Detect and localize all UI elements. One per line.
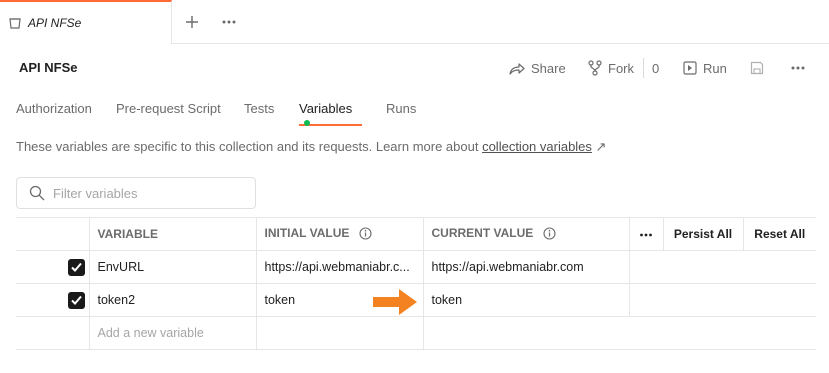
tab-options-button[interactable]	[218, 12, 240, 32]
more-icon	[791, 66, 805, 70]
description-text: These variables are specific to this col…	[16, 139, 483, 154]
current-value-header-label: CURRENT VALUE	[431, 225, 534, 240]
row-checkbox[interactable]	[67, 258, 85, 276]
info-icon[interactable]	[359, 226, 372, 243]
collection-variables-link[interactable]: collection variables	[482, 139, 592, 154]
row-actions-cell	[628, 250, 816, 284]
more-icon	[640, 233, 652, 237]
collection-subtabs: Authorization Pre-request Script Tests V…	[0, 92, 829, 126]
new-variable-row: Add a new variable	[16, 316, 816, 350]
more-options-button[interactable]	[790, 58, 812, 78]
row-checkbox[interactable]	[67, 291, 85, 309]
share-label: Share	[531, 60, 566, 76]
collection-title[interactable]: API NFSe	[19, 60, 78, 75]
external-link-icon: ↗	[595, 139, 607, 154]
initial-value-cell[interactable]	[255, 316, 424, 350]
tab-runs[interactable]: Runs	[386, 101, 416, 126]
check-icon	[70, 295, 82, 305]
save-icon	[750, 61, 764, 75]
share-button[interactable]: Share	[509, 58, 566, 78]
reset-all-button[interactable]: Reset All	[742, 217, 816, 251]
current-value-cell[interactable]: token	[422, 283, 630, 317]
variable-name-cell[interactable]: EnvURL	[88, 250, 257, 284]
row-actions-cell	[628, 283, 816, 317]
filter-variables-input[interactable]	[53, 185, 243, 201]
fork-divider	[643, 58, 644, 78]
table-header-row: VARIABLE INITIAL VALUE CURRENT VALUE Per…	[16, 217, 816, 251]
table-row: EnvURL https://api.webmaniabr.c... https…	[16, 250, 816, 284]
variable-header: VARIABLE	[88, 217, 257, 251]
current-value-cell[interactable]	[422, 316, 816, 350]
persist-all-button[interactable]: Persist All	[662, 217, 744, 251]
current-value-cell[interactable]: https://api.webmaniabr.com	[422, 250, 630, 284]
add-variable-input[interactable]: Add a new variable	[88, 316, 257, 350]
save-button[interactable]	[750, 58, 770, 78]
initial-value-cell[interactable]: https://api.webmaniabr.c...	[255, 250, 424, 284]
fork-count[interactable]: 0	[652, 61, 659, 76]
tab-title: API NFSe	[28, 16, 82, 30]
variables-description: These variables are specific to this col…	[16, 139, 606, 155]
collection-header: API NFSe Share Fork 0 Run	[0, 44, 829, 92]
tab-authorization[interactable]: Authorization	[16, 101, 92, 126]
annotation-arrow-icon	[373, 289, 417, 315]
status-dot	[304, 120, 310, 126]
tab-tests[interactable]: Tests	[244, 101, 274, 126]
tab-pre-request-script[interactable]: Pre-request Script	[116, 101, 221, 126]
run-label: Run	[703, 60, 727, 76]
checkbox-header	[16, 217, 90, 251]
variables-table: VARIABLE INITIAL VALUE CURRENT VALUE Per…	[16, 217, 816, 350]
tab-variables[interactable]: Variables	[299, 101, 362, 126]
initial-value-header: INITIAL VALUE	[255, 217, 424, 251]
more-icon	[222, 20, 236, 24]
share-icon	[509, 63, 525, 75]
fork-label: Fork	[608, 60, 634, 76]
fork-icon	[588, 60, 602, 76]
column-options-button[interactable]	[628, 217, 664, 251]
new-tab-button[interactable]	[182, 12, 202, 32]
search-icon	[29, 185, 45, 201]
info-icon[interactable]	[543, 226, 556, 243]
tab-strip: API NFSe	[0, 0, 829, 44]
filter-box[interactable]	[16, 177, 256, 209]
check-icon	[70, 262, 82, 272]
row-checkbox-cell	[16, 316, 90, 350]
row-checkbox-cell	[16, 283, 90, 317]
run-icon	[683, 61, 697, 75]
tab-variables-label: Variables	[299, 101, 353, 116]
plus-icon	[186, 16, 198, 28]
run-button[interactable]: Run	[683, 58, 727, 78]
row-checkbox-cell	[16, 250, 90, 284]
initial-value-header-label: INITIAL VALUE	[264, 225, 350, 240]
collection-icon	[8, 16, 22, 30]
current-value-header: CURRENT VALUE	[422, 217, 630, 251]
fork-button[interactable]: Fork	[588, 58, 634, 78]
collection-tab[interactable]: API NFSe	[0, 0, 172, 44]
variable-name-cell[interactable]: token2	[88, 283, 257, 317]
